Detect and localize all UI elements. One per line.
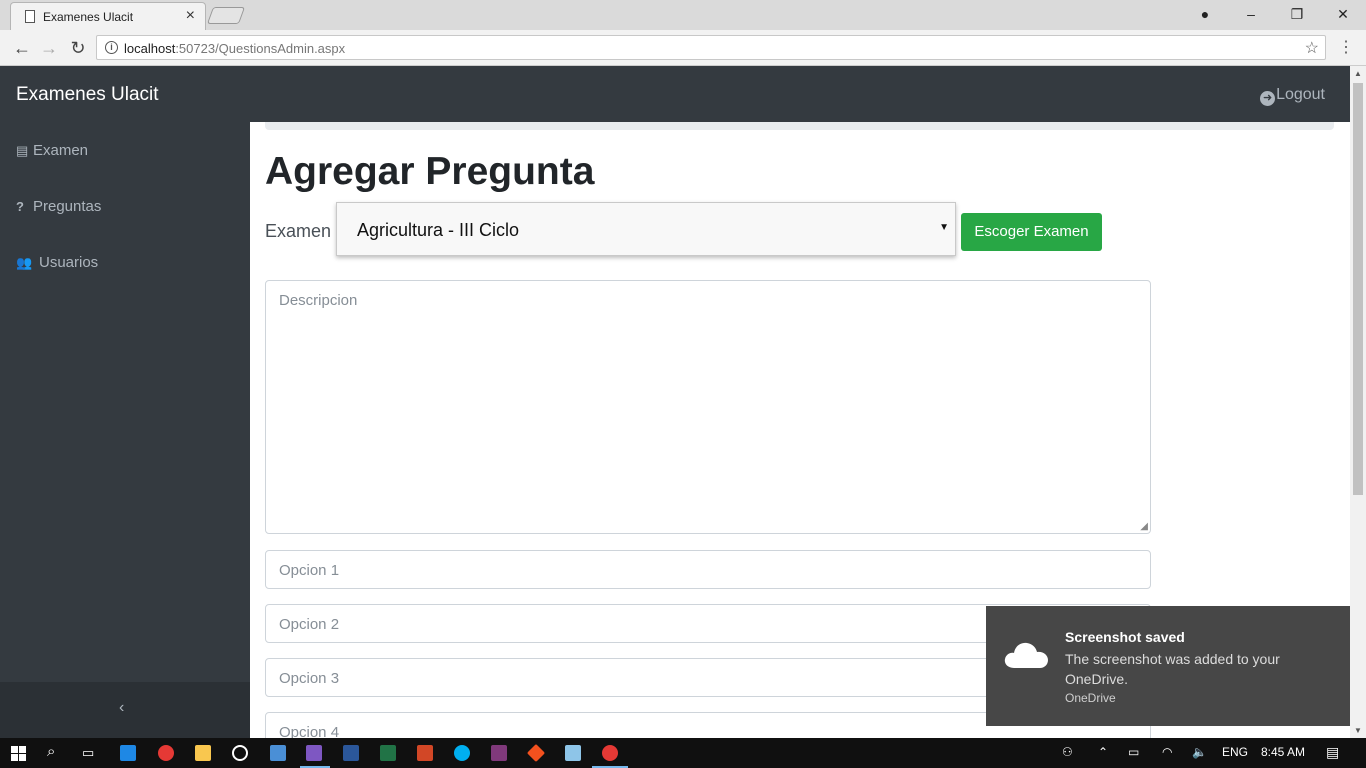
excel-icon[interactable] (380, 745, 396, 761)
edge-icon[interactable] (120, 745, 136, 761)
sidebar: ▤ Examen ? Preguntas 👥 Usuarios ‹ (0, 122, 250, 738)
chevron-up-icon[interactable]: ⌃ (1098, 745, 1108, 759)
browser-tab[interactable]: Examenes Ulacit × (10, 2, 206, 30)
logout-link[interactable]: ➜ Logout (1260, 86, 1325, 106)
windows-start-icon[interactable] (11, 746, 26, 761)
scroll-down-icon[interactable]: ▼ (1354, 726, 1362, 735)
url-text: localhost:50723/QuestionsAdmin.aspx (124, 41, 345, 56)
exam-label: Examen (265, 221, 332, 241)
scroll-up-icon[interactable]: ▲ (1354, 69, 1362, 78)
toast-title: Screenshot saved (1065, 629, 1185, 645)
file-icon: ▤ (16, 143, 29, 158)
url-host: localhost (124, 41, 176, 56)
sidebar-footer: ‹ (0, 682, 250, 738)
clock[interactable]: 8:45 AM (1261, 745, 1305, 759)
breadcrumb (265, 122, 1334, 130)
volume-icon[interactable]: 🔈 (1192, 745, 1207, 759)
bookmark-star-icon[interactable]: ☆ (1305, 38, 1319, 58)
collapse-sidebar-icon[interactable]: ‹ (119, 699, 124, 717)
scroll-thumb[interactable] (1353, 83, 1363, 495)
page-title: Agregar Pregunta (265, 150, 595, 193)
people-icon[interactable]: ⚇ (1062, 745, 1073, 759)
resize-handle-icon[interactable]: ◢ (1140, 521, 1148, 532)
logout-icon: ➜ (1260, 91, 1276, 106)
box-app-icon[interactable] (270, 745, 286, 761)
notepad-icon[interactable] (565, 745, 581, 761)
app-header: Examenes Ulacit ➜ Logout (0, 66, 1350, 122)
logout-label: Logout (1276, 86, 1325, 103)
page-icon (25, 10, 35, 23)
sidebar-item-label: Preguntas (33, 198, 102, 215)
word-icon[interactable] (343, 745, 359, 761)
powerpoint-icon[interactable] (417, 745, 433, 761)
cloud-icon (1004, 642, 1048, 668)
close-tab-icon[interactable]: × (186, 7, 195, 25)
search-icon[interactable]: ⌕ (47, 743, 55, 760)
option-placeholder: Opcion 3 (279, 670, 340, 687)
sidebar-item-examen[interactable]: ▤ Examen (16, 142, 88, 159)
description-textarea[interactable]: Descripcion ◢ (265, 280, 1151, 534)
toast-body: The screenshot was added to your OneDriv… (1065, 651, 1280, 687)
chrome-active-icon[interactable] (602, 745, 618, 761)
git-icon[interactable] (526, 743, 546, 763)
exam-select[interactable]: Agricultura - III Ciclo ▼ (336, 202, 956, 256)
brand[interactable]: Examenes Ulacit (16, 84, 159, 106)
sidebar-item-label: Examen (33, 142, 89, 159)
tab-title: Examenes Ulacit (43, 10, 134, 24)
close-window-button[interactable]: ✕ (1320, 0, 1366, 28)
users-icon: 👥 (16, 255, 33, 270)
task-view-icon[interactable]: ▭ (82, 745, 94, 761)
toast-source: OneDrive (1065, 691, 1116, 705)
browser-menu-icon[interactable]: ⋮ (1338, 37, 1354, 57)
browser-tabstrip: Examenes Ulacit × ● – ❐ ✕ (0, 0, 1366, 30)
back-button[interactable]: ← (10, 36, 34, 60)
browser-toolbar: ← → ↻ i localhost:50723/QuestionsAdmin.a… (0, 30, 1366, 66)
address-bar[interactable]: i localhost:50723/QuestionsAdmin.aspx ☆ (96, 35, 1326, 60)
onenote-icon[interactable] (491, 745, 507, 761)
camera-icon[interactable] (232, 745, 248, 761)
forward-button[interactable]: → (37, 36, 61, 60)
minimize-button[interactable]: – (1228, 0, 1274, 28)
sidebar-item-label: Usuarios (39, 254, 99, 271)
sidebar-item-usuarios[interactable]: 👥 Usuarios (16, 254, 98, 271)
info-icon[interactable]: i (105, 41, 118, 54)
new-tab-button[interactable] (206, 7, 246, 24)
profile-icon[interactable]: ● (1182, 0, 1228, 28)
option-placeholder: Opcion 2 (279, 616, 340, 633)
option-1-input[interactable]: Opcion 1 (265, 550, 1151, 589)
reload-button[interactable]: ↻ (66, 36, 90, 60)
option-placeholder: Opcion 4 (279, 724, 340, 738)
chevron-down-icon: ▼ (939, 222, 949, 233)
skype-icon[interactable] (454, 745, 470, 761)
question-icon: ? (16, 199, 24, 214)
description-placeholder: Descripcion (279, 292, 358, 309)
file-explorer-icon[interactable] (195, 745, 211, 761)
visual-studio-icon[interactable] (306, 745, 322, 761)
exam-select-value: Agricultura - III Ciclo (357, 220, 520, 240)
url-path: :50723/QuestionsAdmin.aspx (175, 41, 346, 56)
onedrive-notification[interactable]: Screenshot saved The screenshot was adde… (986, 606, 1350, 726)
action-center-icon[interactable]: ▤ (1326, 744, 1339, 761)
page-scrollbar[interactable]: ▲ ▼ (1350, 66, 1366, 738)
option-placeholder: Opcion 1 (279, 562, 340, 579)
wifi-icon[interactable]: ◠ (1162, 745, 1172, 759)
windows-taskbar: ⌕ ▭ ⚇ ⌃ ▭ ◠ 🔈 ENG 8:45 AM ▤ (0, 738, 1366, 768)
restore-button[interactable]: ❐ (1274, 0, 1320, 28)
chrome-icon[interactable] (158, 745, 174, 761)
language-indicator[interactable]: ENG (1222, 745, 1248, 759)
choose-exam-button[interactable]: Escoger Examen (961, 213, 1102, 251)
battery-icon[interactable]: ▭ (1128, 745, 1139, 759)
sidebar-item-preguntas[interactable]: ? Preguntas (16, 198, 101, 215)
